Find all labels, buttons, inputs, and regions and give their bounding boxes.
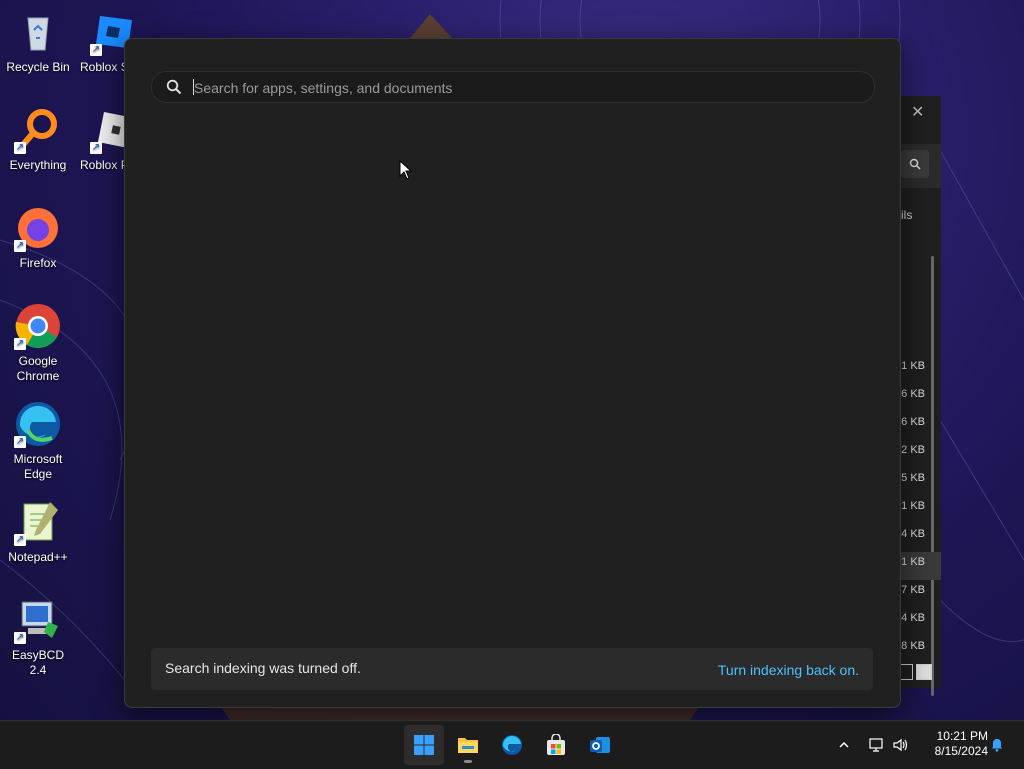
desktop-icon-easybcd[interactable]: ↗ EasyBCD 2.4 [2,596,74,678]
desktop-icon-label: EasyBCD 2.4 [11,648,64,677]
desktop-icon-label: Everything [9,158,67,172]
chevron-up-icon[interactable] [838,739,850,751]
desktop-icon-recycle-bin[interactable]: Recycle Bin [2,8,74,75]
clock-date: 8/15/2024 [934,744,988,758]
mouse-pointer-icon [399,160,413,180]
easybcd-icon: ↗ [14,596,62,644]
taskbar-edge[interactable] [492,725,532,765]
desktop-icon-label: Firefox [19,256,57,270]
view-toggle [897,664,935,685]
shortcut-arrow-icon: ↗ [14,142,26,154]
desktop-icon-roblox-player[interactable]: ↗ Roblox P [72,106,132,173]
desktop-icon-label: Google Chrome [16,354,60,383]
text-caret [193,79,194,95]
desktop-icon-notepad-plus-plus[interactable]: ↗ Notepad++ [2,498,74,565]
search-flyout: Search indexing was turned off. Turn ind… [124,38,901,708]
indexing-off-message: Search indexing was turned off. [165,660,361,676]
system-clock[interactable]: 10:21 PM 8/15/2024 [914,729,988,759]
close-icon[interactable]: ✕ [911,102,924,122]
desktop-icon-label: Roblox P [80,158,129,172]
notification-bell-icon[interactable] [990,737,1004,753]
firefox-icon: ↗ [14,204,62,252]
windows-logo-icon [414,735,434,755]
shortcut-arrow-icon: ↗ [14,436,26,448]
taskbar-outlook[interactable] [580,725,620,765]
everything-search-icon: ↗ [14,106,62,154]
desktop-icon-label: Recycle Bin [6,60,70,74]
edge-icon [502,735,522,755]
tiles-view-icon[interactable] [916,664,932,680]
shortcut-arrow-icon: ↗ [14,632,26,644]
taskbar-file-explorer[interactable] [448,725,488,765]
shortcut-arrow-icon: ↗ [14,240,26,252]
turn-indexing-on-link[interactable]: Turn indexing back on. [718,662,859,678]
desktop-icon-firefox[interactable]: ↗ Firefox [2,204,74,271]
search-input[interactable] [192,76,856,100]
indexing-notice: Search indexing was turned off. Turn ind… [151,648,873,690]
clock-time: 10:21 PM [936,729,988,743]
shortcut-arrow-icon: ↗ [14,338,26,350]
taskbar-microsoft-store[interactable] [536,725,576,765]
folder-icon [458,738,478,753]
shortcut-arrow-icon: ↗ [14,534,26,546]
notepad-plus-plus-icon: ↗ [14,498,62,546]
running-indicator [464,760,472,763]
search-box[interactable] [151,71,875,103]
explorer-search-button[interactable] [901,150,929,178]
recycle-bin-icon [14,8,62,56]
outlook-icon [590,737,610,753]
desktop-icon-google-chrome[interactable]: ↗ Google Chrome [2,302,74,384]
search-icon [166,79,182,95]
start-button[interactable] [404,725,444,765]
shortcut-arrow-icon: ↗ [90,44,102,56]
taskbar: 10:21 PM 8/15/2024 [0,720,1024,769]
desktop-icon-label: Roblox S [80,60,129,74]
chrome-icon: ↗ [14,302,62,350]
desktop-icon-label: Microsoft Edge [13,452,63,481]
shortcut-arrow-icon: ↗ [90,142,102,154]
edge-icon: ↗ [14,400,62,448]
search-icon [909,158,921,170]
desktop-icon-roblox-studio[interactable]: ↗ Roblox S [72,8,132,75]
desktop-icon-microsoft-edge[interactable]: ↗ Microsoft Edge [2,400,74,482]
desktop-icon-everything[interactable]: ↗ Everything [2,106,74,173]
network-icon[interactable] [868,737,884,753]
desktop-icon-label: Notepad++ [8,550,68,564]
volume-icon[interactable] [892,737,908,753]
store-icon [547,734,565,755]
